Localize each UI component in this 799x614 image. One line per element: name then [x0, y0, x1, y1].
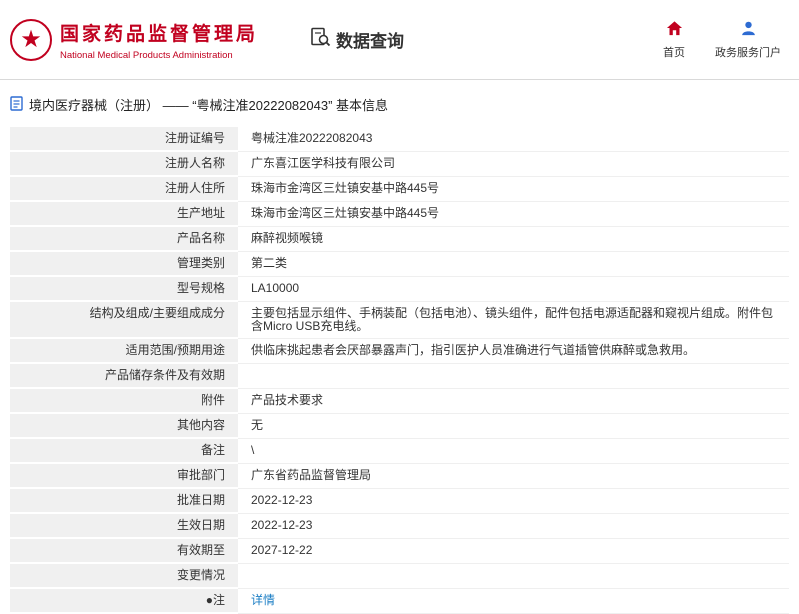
- row-label: 注册证编号: [10, 127, 238, 152]
- nav-item-home[interactable]: 首页: [663, 20, 685, 60]
- site-title: 国家药品监督管理局: [60, 23, 259, 45]
- row-value: 2022-12-23: [238, 514, 789, 539]
- row-value: LA10000: [238, 277, 789, 302]
- table-row: 产品储存条件及有效期: [10, 364, 789, 389]
- row-value: [238, 364, 789, 389]
- table-row: 注册证编号 粤械注准20222082043: [10, 127, 789, 152]
- table-row: 备注 \: [10, 439, 789, 464]
- row-label: 有效期至: [10, 539, 238, 564]
- row-label: 备注: [10, 439, 238, 464]
- row-value: 无: [238, 414, 789, 439]
- row-label: 结构及组成/主要组成成分: [10, 302, 238, 339]
- table-row: 产品名称 麻醉视频喉镜: [10, 227, 789, 252]
- row-value: 2027-12-22: [238, 539, 789, 564]
- table-row: 变更情况: [10, 564, 789, 589]
- row-label: 注册人名称: [10, 152, 238, 177]
- data-query-button[interactable]: 数据查询: [310, 27, 404, 53]
- row-value: 供临床挑起患者会厌部暴露声门，指引医护人员准确进行气道插管供麻醉或急救用。: [238, 339, 789, 364]
- table-row: 附件 产品技术要求: [10, 389, 789, 414]
- table-row: 注册人名称 广东喜江医学科技有限公司: [10, 152, 789, 177]
- row-label: 审批部门: [10, 464, 238, 489]
- table-row: 型号规格 LA10000: [10, 277, 789, 302]
- row-label: 型号规格: [10, 277, 238, 302]
- data-query-label: 数据查询: [336, 32, 405, 51]
- table-row: 批准日期 2022-12-23: [10, 489, 789, 514]
- detail-link[interactable]: 详情: [251, 593, 275, 607]
- nav-portal-label: 政务服务门户: [715, 46, 781, 59]
- table-row: 管理类别 第二类: [10, 252, 789, 277]
- row-label: 产品名称: [10, 227, 238, 252]
- table-row: 注册人住所 珠海市金湾区三灶镇安基中路445号: [10, 177, 789, 202]
- row-label: 适用范围/预期用途: [10, 339, 238, 364]
- row-label: 批准日期: [10, 489, 238, 514]
- row-value: 珠海市金湾区三灶镇安基中路445号: [238, 202, 789, 227]
- document-icon: [10, 95, 23, 114]
- row-value: [238, 564, 789, 589]
- table-row: 适用范围/预期用途 供临床挑起患者会厌部暴露声门，指引医护人员准确进行气道插管供麻…: [10, 339, 789, 364]
- row-value: 第二类: [238, 252, 789, 277]
- row-value: \: [238, 439, 789, 464]
- site-subtitle: National Medical Products Administration: [60, 49, 233, 61]
- document-search-icon: [310, 27, 331, 53]
- row-label: 变更情况: [10, 564, 238, 589]
- home-icon: [666, 20, 683, 40]
- table-row: 生产地址 珠海市金湾区三灶镇安基中路445号: [10, 202, 789, 227]
- row-value: 主要包括显示组件、手柄装配（包括电池）、镜头组件，配件包括电源适配器和窥视片组成…: [238, 302, 789, 339]
- table-row: 审批部门 广东省药品监督管理局: [10, 464, 789, 489]
- row-value: 粤械注准20222082043: [238, 127, 789, 152]
- table-row: 有效期至 2027-12-22: [10, 539, 789, 564]
- table-row: 生效日期 2022-12-23: [10, 514, 789, 539]
- table-row: 结构及组成/主要组成成分 主要包括显示组件、手柄装配（包括电池）、镜头组件，配件包…: [10, 302, 789, 339]
- row-value: 广东喜江医学科技有限公司: [238, 152, 789, 177]
- top-nav: 首页 政务服务门户: [663, 20, 781, 60]
- row-value: 产品技术要求: [238, 389, 789, 414]
- row-label: 注册人住所: [10, 177, 238, 202]
- row-label: 生效日期: [10, 514, 238, 539]
- row-label: ●注: [10, 589, 238, 614]
- row-label: 管理类别: [10, 252, 238, 277]
- person-icon: [740, 20, 757, 40]
- registration-info-table: 注册证编号 粤械注准20222082043 注册人名称 广东喜江医学科技有限公司 注册人…: [10, 127, 789, 614]
- breadcrumb: 境内医疗器械（注册） —— “粤械注准20222082043” 基本信息: [10, 95, 789, 114]
- row-label: 其他内容: [10, 414, 238, 439]
- breadcrumb-text: 境内医疗器械（注册） —— “粤械注准20222082043” 基本信息: [29, 98, 389, 113]
- row-label: 附件: [10, 389, 238, 414]
- row-label: 生产地址: [10, 202, 238, 227]
- page-header: ★ 国家药品监督管理局 National Medical Products Ad…: [0, 0, 799, 80]
- row-value: 详情: [238, 589, 789, 614]
- nav-home-label: 首页: [663, 46, 685, 59]
- nav-item-service-portal[interactable]: 政务服务门户: [715, 20, 781, 60]
- row-value: 珠海市金湾区三灶镇安基中路445号: [238, 177, 789, 202]
- row-value: 2022-12-23: [238, 489, 789, 514]
- table-row: ●注 详情: [10, 589, 789, 614]
- row-label: 产品储存条件及有效期: [10, 364, 238, 389]
- site-title-block: 国家药品监督管理局 National Medical Products Admi…: [60, 19, 258, 61]
- info-table-body: 注册证编号 粤械注准20222082043 注册人名称 广东喜江医学科技有限公司 注册人…: [10, 127, 789, 614]
- row-value: 广东省药品监督管理局: [238, 464, 789, 489]
- table-row: 其他内容无: [10, 414, 789, 439]
- national-emblem-icon: ★: [10, 18, 52, 61]
- row-value: 麻醉视频喉镜: [238, 227, 789, 252]
